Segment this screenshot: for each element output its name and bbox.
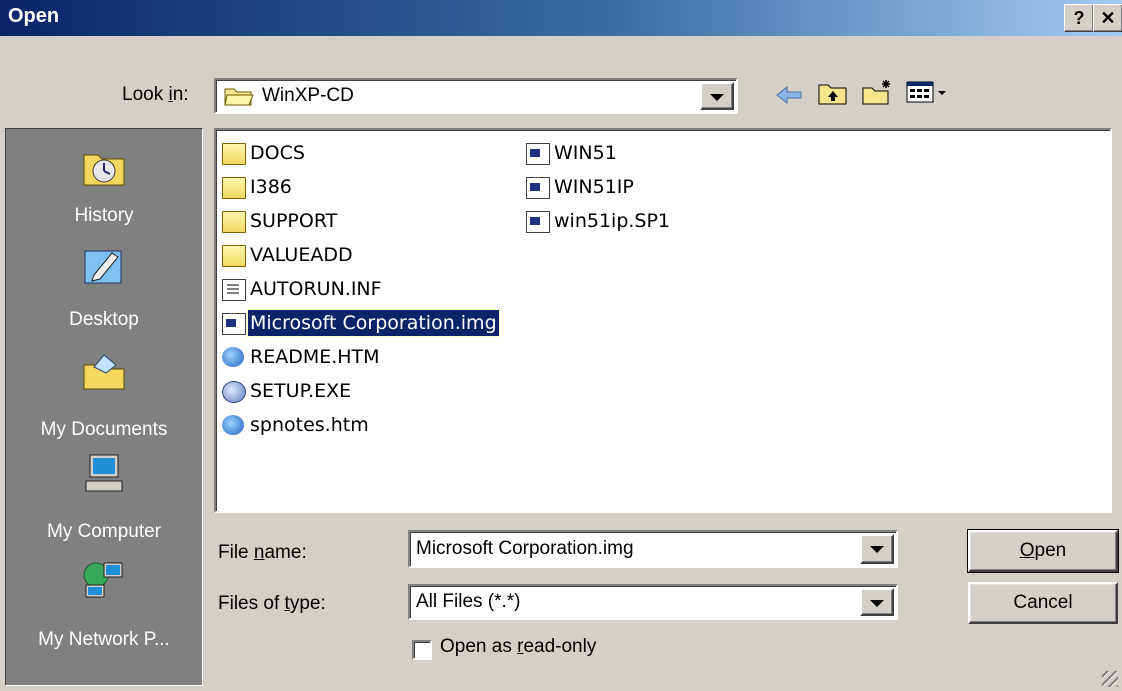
file-type-label: Files of type: [218, 593, 326, 614]
open-dialog: Open ? ✕ Look in: WinXP-CD History Deskt… [0, 0, 1122, 691]
read-only-label[interactable]: Open as read-only [440, 636, 596, 658]
file-name-value: Microsoft Corporation.img [416, 538, 634, 559]
image-file-icon [526, 143, 550, 165]
folder-icon [222, 143, 246, 165]
folder-icon [222, 177, 246, 199]
ie-document-icon [222, 347, 244, 367]
resize-grip[interactable] [1102, 671, 1118, 687]
open-button[interactable]: Open [967, 529, 1119, 573]
my-computer-icon [85, 454, 123, 492]
title-bar[interactable]: Open ? ✕ [0, 0, 1122, 36]
image-file-icon [526, 177, 550, 199]
file-type-dropdown-button[interactable] [860, 588, 894, 616]
file-list[interactable]: DOCS I386 SUPPORT VALUEADD AUTORUN.INF M… [214, 128, 1112, 513]
look-in-dropdown-button[interactable] [700, 82, 734, 110]
chevron-down-icon [710, 94, 724, 101]
read-only-checkbox[interactable] [412, 640, 432, 660]
file-name-dropdown-button[interactable] [860, 534, 894, 564]
file-type-select[interactable]: All Files (*.*) [408, 584, 898, 620]
folder-icon [222, 211, 246, 233]
image-file-icon [526, 211, 550, 233]
chevron-down-icon [870, 546, 884, 553]
look-in-combo[interactable]: WinXP-CD [214, 78, 738, 114]
places-bar: History Desktop My Documents My Computer [5, 128, 203, 686]
file-name-label: File name: [218, 542, 307, 563]
place-label: My Computer [46, 521, 162, 542]
place-history[interactable]: History [6, 129, 202, 239]
place-desktop[interactable]: Desktop [6, 239, 202, 343]
look-in-label: Look in: [122, 84, 189, 105]
place-label: My Network P... [38, 629, 170, 650]
place-label: My Documents [40, 419, 168, 440]
new-folder-icon[interactable] [862, 78, 894, 106]
file-type-value: All Files (*.*) [416, 591, 521, 612]
ie-document-icon [222, 415, 244, 435]
chevron-down-icon [870, 600, 884, 607]
place-label: Desktop [69, 309, 139, 330]
history-icon [83, 154, 125, 186]
up-folder-icon[interactable] [818, 80, 848, 106]
place-label: History [74, 205, 134, 226]
network-places-icon [83, 562, 123, 598]
look-in-value: WinXP-CD [262, 85, 354, 106]
view-menu-icon[interactable] [906, 81, 950, 105]
window-title: Open [8, 5, 60, 27]
folder-icon [222, 245, 246, 267]
close-button[interactable]: ✕ [1093, 4, 1122, 32]
desktop-icon [84, 250, 122, 284]
cancel-button[interactable]: Cancel [968, 582, 1118, 624]
my-documents-icon [83, 354, 125, 390]
open-folder-icon [224, 88, 254, 106]
file-name-input[interactable]: Microsoft Corporation.img [408, 530, 898, 568]
setup-exe-icon [222, 381, 246, 403]
place-my-computer[interactable]: My Computer [6, 447, 202, 555]
place-my-network[interactable]: My Network P... [6, 555, 202, 667]
back-arrow-icon[interactable] [775, 85, 803, 105]
image-file-icon [222, 313, 246, 335]
place-my-documents[interactable]: My Documents [6, 343, 202, 447]
config-file-icon [222, 279, 246, 301]
help-button[interactable]: ? [1064, 4, 1094, 32]
